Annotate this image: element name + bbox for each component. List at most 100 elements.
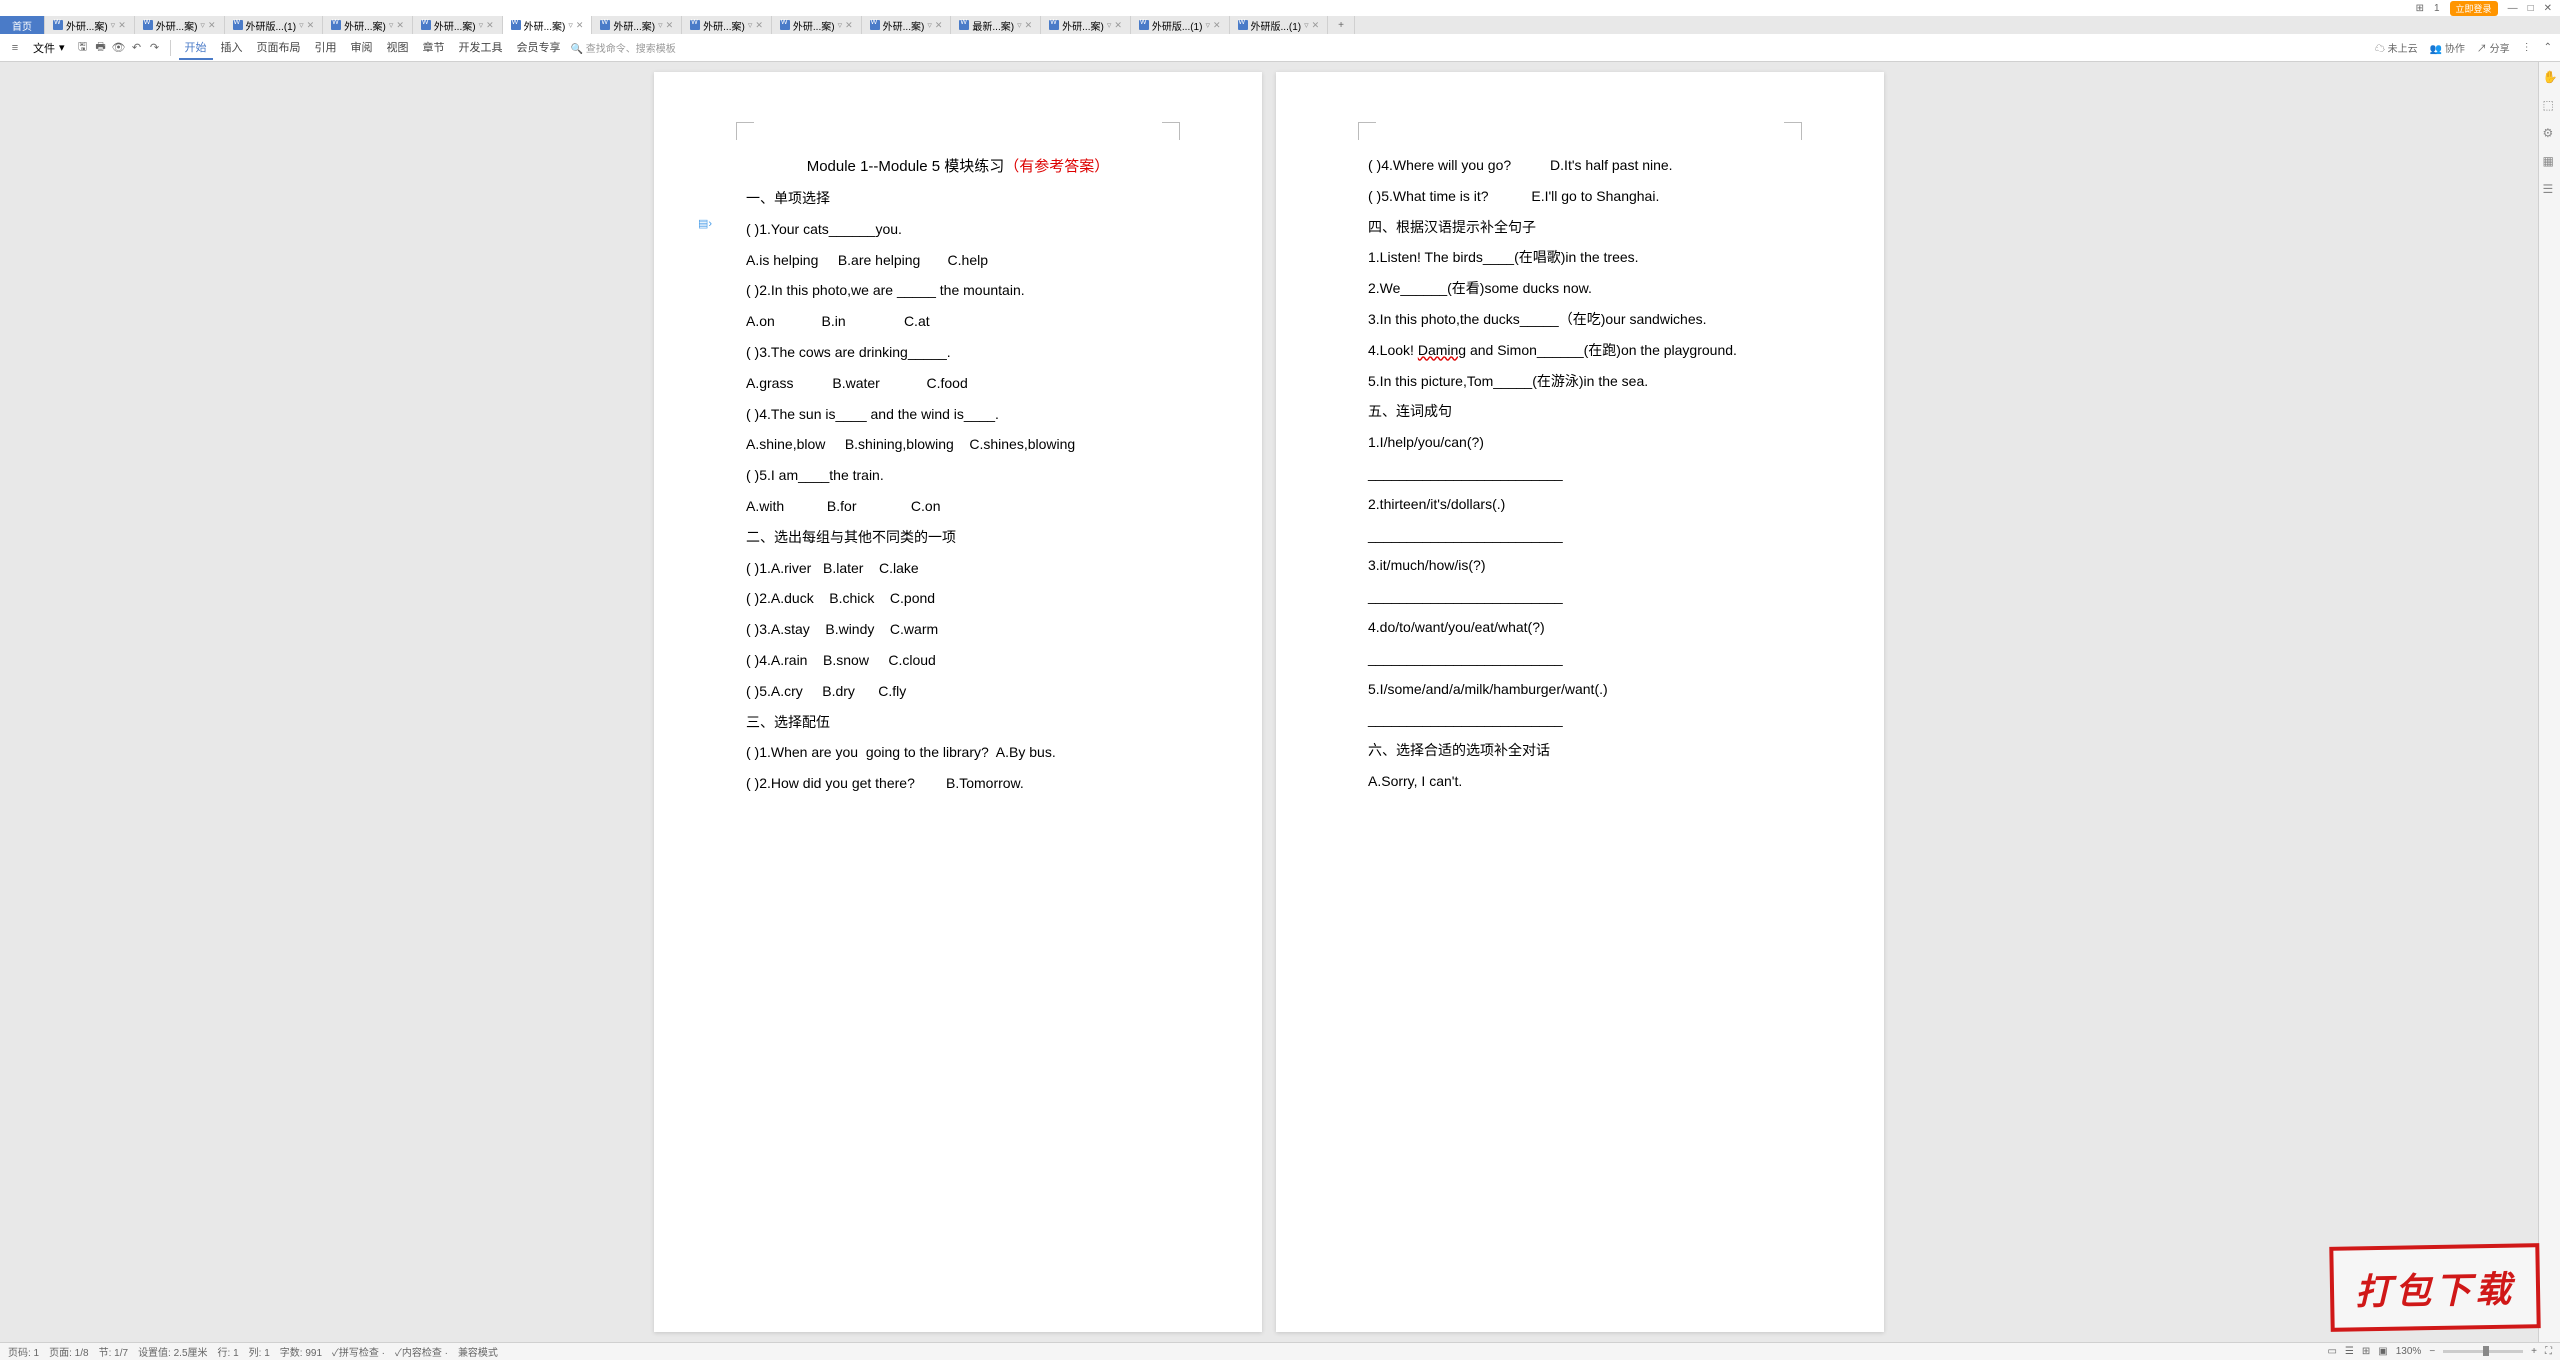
text-line[interactable]: _________________________	[1368, 581, 1792, 612]
status-content[interactable]: ✓内容检查 ·	[395, 1344, 448, 1359]
more-icon[interactable]: ⋮	[2522, 42, 2532, 53]
login-button[interactable]: 立即登录	[2450, 1, 2498, 16]
tab-close-icon[interactable]: ✕	[666, 20, 674, 31]
tab-close-icon[interactable]: ✕	[307, 20, 315, 31]
text-line[interactable]: ( )1.When are you going to the library? …	[746, 737, 1170, 768]
status-page[interactable]: 页码: 1	[8, 1344, 39, 1359]
text-line[interactable]: A.with B.for C.on	[746, 491, 1170, 522]
text-line[interactable]: 2.We______(在看)some ducks now.	[1368, 273, 1792, 304]
toc-icon[interactable]: ☰	[2543, 182, 2557, 196]
page-2[interactable]: ( )4.Where will you go? D.It's half past…	[1276, 72, 1884, 1332]
hand-icon[interactable]: ✋	[2543, 70, 2557, 84]
text-line[interactable]: 5.I/some/and/a/milk/hamburger/want(.)	[1368, 674, 1792, 705]
text-line[interactable]: 2.thirteen/it's/dollars(.)	[1368, 489, 1792, 520]
page-1[interactable]: ▤› Module 1--Module 5 模块练习（有参考答案） 一、单项选择…	[654, 72, 1262, 1332]
text-line[interactable]: ( )4.Where will you go? D.It's half past…	[1368, 150, 1792, 181]
text-line[interactable]: _________________________	[1368, 458, 1792, 489]
tab-dropdown-icon[interactable]: ▿	[927, 20, 932, 31]
cloud-status[interactable]: ☁ 未上云	[2375, 40, 2418, 55]
tab-close-icon[interactable]: ✕	[1025, 20, 1033, 31]
zoom-in-icon[interactable]: +	[2531, 1346, 2537, 1357]
text-line[interactable]: ( )2.A.duck B.chick C.pond	[746, 583, 1170, 614]
text-line[interactable]: _________________________	[1368, 704, 1792, 735]
tab-dropdown-icon[interactable]: ▿	[1017, 20, 1022, 31]
menu-页面布局[interactable]: 页面布局	[251, 36, 307, 60]
tab-dropdown-icon[interactable]: ▿	[200, 20, 205, 31]
text-line[interactable]: 六、选择合适的选项补全对话	[1368, 735, 1792, 766]
save-icon[interactable]: 🖫	[76, 41, 90, 55]
minimize-icon[interactable]: —	[2508, 3, 2518, 14]
text-line[interactable]: 5.In this picture,Tom_____(在游泳)in the se…	[1368, 366, 1792, 397]
menu-icon[interactable]: ≡	[8, 41, 22, 55]
text-line[interactable]: ( )5.What time is it? E.I'll go to Shang…	[1368, 181, 1792, 212]
settings-icon[interactable]: ⚙	[2543, 126, 2557, 140]
text-line[interactable]: ( )4.A.rain B.snow C.cloud	[746, 645, 1170, 676]
download-stamp[interactable]: 打包下载	[2329, 1243, 2540, 1332]
tab-close-icon[interactable]: ✕	[845, 20, 853, 31]
collapse-icon[interactable]: ⌃	[2544, 42, 2552, 53]
menu-引用[interactable]: 引用	[309, 36, 343, 60]
tab-dropdown-icon[interactable]: ▿	[748, 20, 753, 31]
tab-add[interactable]: +	[1328, 16, 1355, 34]
menu-插入[interactable]: 插入	[215, 36, 249, 60]
menu-视图[interactable]: 视图	[381, 36, 415, 60]
zoom-slider[interactable]	[2443, 1350, 2523, 1353]
document-tab[interactable]: 外研...案)▿✕	[45, 16, 135, 34]
layers-icon[interactable]: ▦	[2543, 154, 2557, 168]
text-line[interactable]: ( )1.Your cats______you.	[746, 214, 1170, 245]
menu-审阅[interactable]: 审阅	[345, 36, 379, 60]
document-tab[interactable]: 外研...案)▿✕	[772, 16, 862, 34]
preview-icon[interactable]: 👁	[112, 41, 126, 55]
document-tab[interactable]: 外研...案)▿✕	[862, 16, 952, 34]
tab-close-icon[interactable]: ✕	[935, 20, 943, 31]
text-line[interactable]: A.shine,blow B.shining,blowing C.shines,…	[746, 429, 1170, 460]
text-line[interactable]: 3.it/much/how/is(?)	[1368, 550, 1792, 581]
document-tab[interactable]: 外研...案)▿✕	[592, 16, 682, 34]
tab-close-icon[interactable]: ✕	[576, 20, 584, 31]
document-tab[interactable]: 外研...案)▿✕	[1041, 16, 1131, 34]
tab-close-icon[interactable]: ✕	[755, 20, 763, 31]
zoom-level[interactable]: 130%	[2396, 1346, 2422, 1357]
zoom-out-icon[interactable]: −	[2429, 1346, 2435, 1357]
text-line[interactable]: A.on B.in C.at	[746, 306, 1170, 337]
tab-close-icon[interactable]: ✕	[1114, 20, 1122, 31]
tab-dropdown-icon[interactable]: ▿	[1205, 20, 1210, 31]
document-tab[interactable]: 外研...案)▿✕	[135, 16, 225, 34]
document-tab[interactable]: 外研...案)▿✕	[682, 16, 772, 34]
text-line[interactable]: 四、根据汉语提示补全句子	[1368, 212, 1792, 243]
text-line[interactable]: _________________________	[1368, 520, 1792, 551]
tab-home[interactable]: 首页	[0, 16, 45, 34]
text-line[interactable]: 1.I/help/you/can(?)	[1368, 427, 1792, 458]
tab-close-icon[interactable]: ✕	[396, 20, 404, 31]
undo-icon[interactable]: ↶	[130, 41, 144, 55]
status-words[interactable]: 字数: 991	[280, 1344, 322, 1359]
text-line[interactable]: ( )4.The sun is____ and the wind is____.	[746, 399, 1170, 430]
tab-close-icon[interactable]: ✕	[1213, 20, 1221, 31]
grid-icon[interactable]: ⊞	[2416, 3, 2424, 14]
redo-icon[interactable]: ↷	[148, 41, 162, 55]
text-line[interactable]: ( )5.A.cry B.dry C.fly	[746, 676, 1170, 707]
menu-章节[interactable]: 章节	[417, 36, 451, 60]
share-button[interactable]: ↗ 分享	[2477, 40, 2510, 55]
text-line[interactable]: A.grass B.water C.food	[746, 368, 1170, 399]
document-tab[interactable]: 外研版...(1)▿✕	[1230, 16, 1329, 34]
document-tab[interactable]: 外研...案)▿✕	[503, 16, 593, 34]
select-icon[interactable]: ⬚	[2543, 98, 2557, 112]
status-pages[interactable]: 页面: 1/8	[49, 1344, 88, 1359]
tab-close-icon[interactable]: ✕	[208, 20, 216, 31]
text-line[interactable]: ( )1.A.river B.later C.lake	[746, 553, 1170, 584]
fullscreen-icon[interactable]: ⛶	[2545, 1346, 2552, 1357]
tab-close-icon[interactable]: ✕	[1312, 20, 1320, 31]
document-tab[interactable]: 外研版...(1)▿✕	[1131, 16, 1230, 34]
view-web-icon[interactable]: ⊞	[2362, 1346, 2370, 1357]
document-tab[interactable]: 外研版...(1)▿✕	[225, 16, 324, 34]
text-line[interactable]: ( )2.In this photo,we are _____ the moun…	[746, 275, 1170, 306]
maximize-icon[interactable]: □	[2528, 3, 2534, 14]
document-tab[interactable]: 外研...案)▿✕	[323, 16, 413, 34]
tab-close-icon[interactable]: ✕	[486, 20, 494, 31]
notification-num[interactable]: 1	[2434, 3, 2440, 14]
tab-dropdown-icon[interactable]: ▿	[1107, 20, 1112, 31]
text-line[interactable]: 一、单项选择	[746, 183, 1170, 214]
text-line[interactable]: 二、选出每组与其他不同类的一项	[746, 522, 1170, 553]
document-tab[interactable]: 外研...案)▿✕	[413, 16, 503, 34]
